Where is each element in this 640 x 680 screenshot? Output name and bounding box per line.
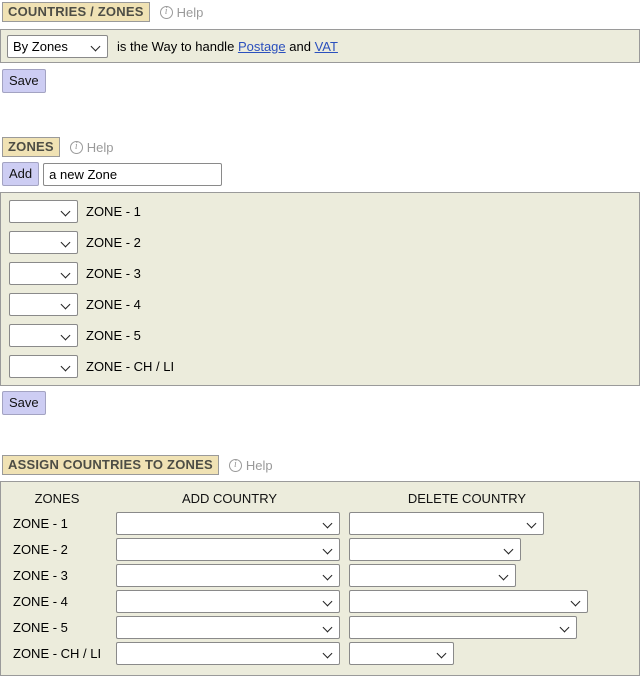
chevron-down-icon — [504, 544, 514, 554]
info-icon: i — [229, 459, 242, 472]
zone-label: ZONE - 3 — [86, 266, 141, 281]
zone-label: ZONE - CH / LI — [1, 646, 113, 661]
chevron-down-icon — [61, 238, 71, 248]
chevron-down-icon — [91, 41, 101, 51]
chevron-down-icon — [323, 518, 333, 528]
zone-2-add-country-select[interactable] — [116, 538, 340, 561]
new-zone-input[interactable] — [43, 163, 222, 186]
info-icon: i — [70, 141, 83, 154]
chevron-down-icon — [560, 622, 570, 632]
zone-ch-li-delete-country-select[interactable] — [349, 642, 454, 665]
vat-link[interactable]: VAT — [315, 39, 338, 54]
zone-label: ZONE - 5 — [1, 620, 113, 635]
assign-table-header: ZONES ADD COUNTRY DELETE COUNTRY — [1, 486, 639, 510]
handling-method-sentence: is the Way to handle Postage and VAT — [117, 39, 338, 54]
chevron-down-icon — [527, 518, 537, 528]
chevron-down-icon — [437, 648, 447, 658]
assign-row: ZONE - 4 — [1, 588, 639, 614]
zone-label: ZONE - 3 — [1, 568, 113, 583]
zone-3-delete-country-select[interactable] — [349, 564, 516, 587]
zone-1-delete-country-select[interactable] — [349, 512, 544, 535]
chevron-down-icon — [61, 362, 71, 372]
zone-1-add-country-select[interactable] — [116, 512, 340, 535]
zone-3-add-country-select[interactable] — [116, 564, 340, 587]
assign-row: ZONE - CH / LI — [1, 640, 639, 666]
zone-label: ZONE - 1 — [1, 516, 113, 531]
zone-row: ZONE - 1 — [1, 196, 639, 227]
zone-label: ZONE - 2 — [86, 235, 141, 250]
chevron-down-icon — [61, 300, 71, 310]
assign-row: ZONE - 1 — [1, 510, 639, 536]
zone-row: ZONE - 5 — [1, 320, 639, 351]
zone-label: ZONE - 2 — [1, 542, 113, 557]
column-header-delete-country: DELETE COUNTRY — [346, 491, 588, 506]
zones-help-link[interactable]: i Help — [70, 140, 114, 155]
zone-row: ZONE - 4 — [1, 289, 639, 320]
zones-section-head: ZONES i Help — [2, 137, 640, 157]
zone-5-add-country-select[interactable] — [116, 616, 340, 639]
assign-row: ZONE - 3 — [1, 562, 639, 588]
assign-panel: ZONES ADD COUNTRY DELETE COUNTRY ZONE - … — [0, 481, 640, 676]
zone-4-add-country-select[interactable] — [116, 590, 340, 613]
chevron-down-icon — [61, 269, 71, 279]
zone-ch-li-add-country-select[interactable] — [116, 642, 340, 665]
zone-ch-li-select[interactable] — [9, 355, 78, 378]
save-zones-button[interactable]: Save — [2, 391, 46, 415]
chevron-down-icon — [571, 596, 581, 606]
zones-title: ZONES — [2, 137, 60, 157]
chevron-down-icon — [323, 544, 333, 554]
zone-3-select[interactable] — [9, 262, 78, 285]
zone-label: ZONE - 4 — [1, 594, 113, 609]
countries-zones-section-head: COUNTRIES / ZONES i Help — [2, 2, 640, 22]
countries-zones-title: COUNTRIES / ZONES — [2, 2, 150, 22]
handling-method-bar: By Zones is the Way to handle Postage an… — [0, 29, 640, 63]
handling-method-value: By Zones — [13, 39, 68, 54]
chevron-down-icon — [323, 622, 333, 632]
zone-label: ZONE - 4 — [86, 297, 141, 312]
assign-row: ZONE - 2 — [1, 536, 639, 562]
zone-5-delete-country-select[interactable] — [349, 616, 577, 639]
zone-2-delete-country-select[interactable] — [349, 538, 521, 561]
add-zone-row: Add — [2, 162, 640, 186]
chevron-down-icon — [323, 570, 333, 580]
zone-label: ZONE - CH / LI — [86, 359, 174, 374]
zone-4-select[interactable] — [9, 293, 78, 316]
chevron-down-icon — [323, 648, 333, 658]
zone-label: ZONE - 1 — [86, 204, 141, 219]
zone-row: ZONE - CH / LI — [1, 351, 639, 382]
assign-title: ASSIGN COUNTRIES TO ZONES — [2, 455, 219, 475]
countries-zones-help-link[interactable]: i Help — [160, 5, 204, 20]
column-header-add-country: ADD COUNTRY — [113, 491, 346, 506]
and-text: and — [289, 39, 311, 54]
chevron-down-icon — [61, 207, 71, 217]
assign-help-link[interactable]: i Help — [229, 458, 273, 473]
zone-2-select[interactable] — [9, 231, 78, 254]
assign-section-head: ASSIGN COUNTRIES TO ZONES i Help — [2, 455, 640, 475]
zone-row: ZONE - 3 — [1, 258, 639, 289]
handling-method-select[interactable]: By Zones — [7, 35, 108, 58]
assign-row: ZONE - 5 — [1, 614, 639, 640]
zone-4-delete-country-select[interactable] — [349, 590, 588, 613]
zone-row: ZONE - 2 — [1, 227, 639, 258]
chevron-down-icon — [61, 331, 71, 341]
zone-5-select[interactable] — [9, 324, 78, 347]
postage-link[interactable]: Postage — [238, 39, 286, 54]
info-icon: i — [160, 6, 173, 19]
help-label: Help — [246, 458, 273, 473]
chevron-down-icon — [323, 596, 333, 606]
zone-label: ZONE - 5 — [86, 328, 141, 343]
chevron-down-icon — [499, 570, 509, 580]
help-label: Help — [177, 5, 204, 20]
zone-1-select[interactable] — [9, 200, 78, 223]
sentence-prefix: is the Way to handle — [117, 39, 234, 54]
save-countries-zones-button[interactable]: Save — [2, 69, 46, 93]
column-header-zones: ZONES — [1, 491, 113, 506]
add-zone-button[interactable]: Add — [2, 162, 39, 186]
zones-panel: ZONE - 1 ZONE - 2 ZONE - 3 ZONE - 4 ZONE… — [0, 192, 640, 386]
help-label: Help — [87, 140, 114, 155]
